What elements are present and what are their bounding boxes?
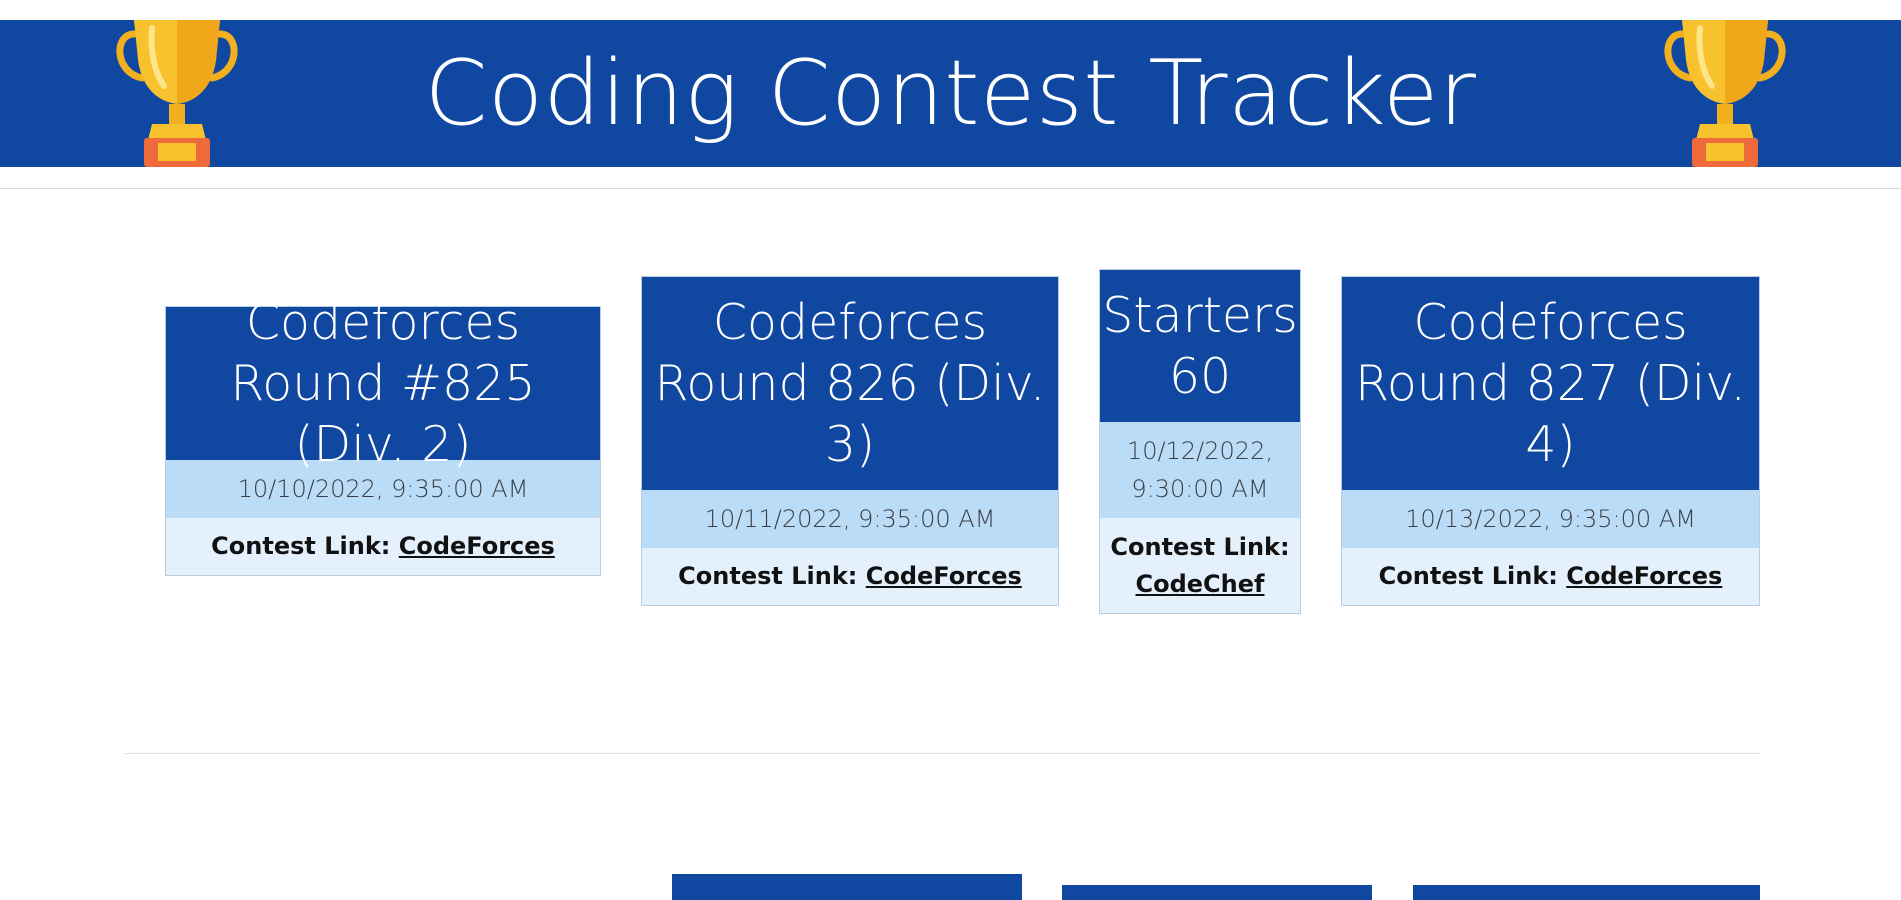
header-banner: Coding Contest Tracker [0, 20, 1901, 167]
contest-link-label: Contest Link: [1110, 532, 1290, 561]
contest-card: Codeforces Round #825 (Div. 2) 10/10/202… [165, 294, 601, 576]
contest-link-label: Contest Link: [211, 532, 391, 560]
contest-link[interactable]: CodeForces [1566, 558, 1722, 595]
contest-link[interactable]: CodeForces [399, 528, 555, 565]
contest-card-partial [1062, 885, 1372, 900]
contest-card: Codeforces Round 827 (Div. 4) 10/13/2022… [1341, 276, 1760, 606]
header-divider [0, 188, 1901, 189]
contest-date: 10/11/2022, 9:35:00 AM [642, 490, 1058, 548]
contest-link-label: Contest Link: [678, 562, 858, 590]
contest-name: Starters 60 [1100, 270, 1300, 422]
contest-name: Codeforces Round 826 (Div. 3) [642, 277, 1058, 490]
contest-link-row: Contest Link: CodeChef [1100, 518, 1300, 613]
contest-link[interactable]: CodeForces [866, 558, 1022, 595]
contest-date: 10/12/2022, 9:30:00 AM [1100, 422, 1300, 518]
contest-link-row: Contest Link: CodeForces [1342, 548, 1759, 605]
contest-card: Codeforces Round 826 (Div. 3) 10/11/2022… [641, 276, 1059, 606]
contest-name: Codeforces Round #825 (Div. 2) [166, 294, 600, 473]
contest-card-partial [672, 874, 1022, 900]
contest-card: Starters 60 10/12/2022, 9:30:00 AM Conte… [1099, 269, 1301, 614]
contest-link-row: Contest Link: CodeForces [166, 518, 600, 575]
contest-link-label: Contest Link: [1378, 562, 1558, 590]
section-divider [124, 753, 1760, 754]
contest-card-partial [1413, 885, 1760, 900]
trophy-icon [1664, 20, 1786, 167]
contest-name: Codeforces Round 827 (Div. 4) [1342, 277, 1759, 490]
contest-date: 10/13/2022, 9:35:00 AM [1342, 490, 1759, 548]
contest-link-row: Contest Link: CodeForces [642, 548, 1058, 605]
page-title: Coding Contest Tracker [424, 41, 1477, 146]
contest-link[interactable]: CodeChef [1136, 566, 1265, 603]
